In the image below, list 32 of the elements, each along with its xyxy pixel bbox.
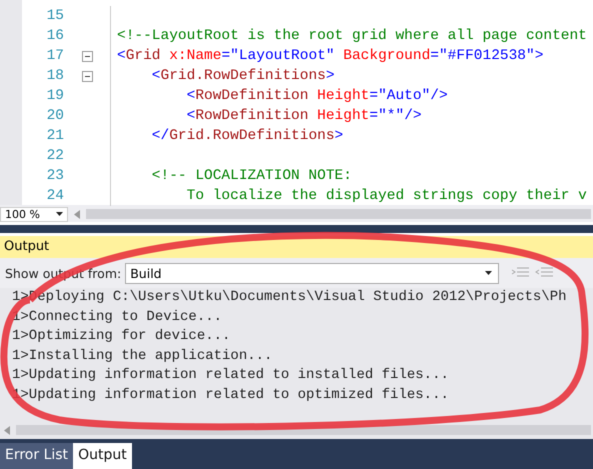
horizontal-scrollbar[interactable] [86,209,591,219]
scroll-left-icon[interactable] [4,426,10,434]
line-number: 19 [46,88,64,104]
output-line: 1>Installing the application... [11,346,274,366]
scroll-left-icon[interactable] [74,210,80,218]
line-number: 22 [46,148,64,164]
caret-icon [56,212,63,216]
code-line: <RowDefinition Height="*"/> [186,108,422,124]
line-number: 24 [46,188,64,204]
code-line: <RowDefinition Height="Auto"/> [186,88,448,104]
panel-tab[interactable]: Error List [0,443,74,469]
output-source-dropdown[interactable]: Build [125,262,500,284]
line-number: 16 [46,28,64,44]
line-number: 17 [46,48,64,64]
code-line: <Grid.RowDefinitions> [150,68,335,84]
code-line: </Grid.RowDefinitions> [150,128,344,144]
zoom-dropdown[interactable]: 100 % [0,206,68,222]
line-number: 15 [46,8,64,24]
code-line: <!-- LOCALIZATION NOTE: [150,168,352,184]
line-number: 18 [46,68,64,84]
line-number: 23 [46,168,64,184]
panel-tab[interactable]: Output [73,443,132,469]
collapse-icon[interactable] [82,70,92,82]
collapse-icon[interactable] [82,50,92,62]
caret-icon [485,271,492,275]
code-line: To localize the displayed strings copy their v [186,188,587,204]
line-number: 21 [46,128,64,144]
line-number: 20 [46,108,64,124]
output-line: 1>Updating information related to installed files... [11,366,450,385]
output-line: 1>Optimizing for device... [11,327,232,346]
code-line: <!--LayoutRoot is the root grid where all page content [117,28,587,44]
code-line: <Grid x:Name="LayoutRoot" Background="#FF012538"> [117,48,544,64]
